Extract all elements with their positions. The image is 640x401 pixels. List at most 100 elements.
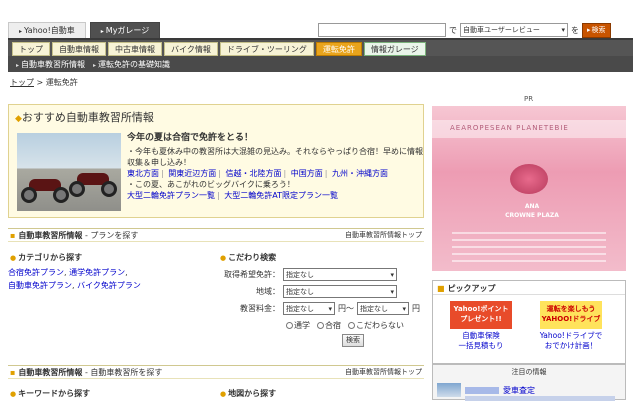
license-row: 取得希望免許： 指定なし ▾: [222, 268, 397, 281]
sub-nav-driving-school[interactable]: ▸ 自動車教習所情報: [16, 59, 85, 70]
fee-label: 教習料金：: [240, 304, 280, 313]
pr-label: PR: [524, 95, 534, 103]
chevron-down-icon: ▾: [390, 287, 394, 296]
school-top-link[interactable]: 自動車教習所情報トップ: [345, 230, 422, 240]
motorcycle-image: [21, 173, 69, 203]
chevron-down-icon: ▾: [390, 270, 394, 279]
link-tohoku[interactable]: 東北方面: [127, 169, 159, 178]
arrow-icon: ▸: [16, 61, 20, 69]
region-row: 地域： 指定なし ▾: [222, 285, 397, 298]
link-camp-plan[interactable]: 合宿免許プラン: [8, 268, 64, 277]
plan-section-header: ▪ 自動車教習所情報 - プランを探す 自動車教習所情報トップ: [8, 228, 424, 242]
tab-yahoo-auto[interactable]: ▸ Yahoo!自動車: [8, 22, 86, 38]
filter-search-button[interactable]: 検索: [342, 334, 364, 347]
breadcrumb-separator: >: [34, 78, 46, 87]
breadcrumb-home[interactable]: トップ: [10, 78, 34, 87]
bullet-icon: ■: [437, 284, 445, 293]
link-kyushu[interactable]: 九州・沖縄方面: [332, 169, 388, 178]
breadcrumb-current: 運転免許: [45, 78, 78, 87]
nav-tab-drive-touring[interactable]: ドライブ・ツーリング: [219, 42, 314, 56]
fee-row: 教習料金： 指定なし ▾ 円～ 指定なし ▾ 円: [222, 302, 420, 315]
link-bike-plan[interactable]: バイク免許プラン: [77, 281, 141, 290]
ad-text-top: AEAROPESEAN PLANETEBIE: [450, 124, 569, 132]
keyword-title: ● キーワードから探す: [10, 389, 91, 398]
fee-from-select[interactable]: 指定なし ▾: [283, 302, 335, 315]
pickup-caption: 自動車保険 一括見積もり: [458, 331, 504, 350]
region-select[interactable]: 指定なし ▾: [283, 285, 397, 298]
ad-text-mid: ANA CROWNE PLAZA: [505, 203, 559, 219]
link-commute-plan[interactable]: 通学免許プラン: [69, 268, 125, 277]
region-links: 東北方面 | 関東近辺方面 | 信越・北陸方面 | 中国方面 | 九州・沖縄方面: [127, 169, 388, 178]
fee-to-select[interactable]: 指定なし ▾: [357, 302, 409, 315]
region-label: 地域：: [256, 287, 280, 296]
nav-tab-info-garage[interactable]: 情報ガレージ: [363, 42, 426, 56]
nav-tab-car-info[interactable]: 自動車情報: [52, 42, 106, 56]
link-car-plan[interactable]: 自動車免許プラン: [8, 281, 72, 290]
type-radios: 通学 合宿 こだわらない: [286, 320, 408, 331]
search-suffix: を: [571, 25, 579, 35]
logo-fragment: [62, 0, 98, 5]
nav-tab-used-car[interactable]: 中古車情報: [108, 42, 162, 56]
pickup-item-insurance[interactable]: Yahoo!ポイント プレゼント!! 自動車保険 一括見積もり: [447, 301, 515, 351]
radio-commute[interactable]: 通学: [286, 320, 310, 331]
nav-tab-bike[interactable]: バイク情報: [164, 42, 218, 56]
attention-thumbnail: [437, 383, 461, 397]
attention-link[interactable]: 愛車査定: [503, 385, 535, 396]
ad-emblem-icon: [510, 164, 548, 194]
service-tabs: ▸ Yahoo!自動車 ▸ Myガレージ: [8, 22, 161, 38]
link-big-bike-plans[interactable]: 大型二輪免許プラン一覧: [127, 191, 215, 200]
search-connector: で: [449, 25, 457, 35]
bullet-icon: ●: [10, 254, 17, 262]
link-big-bike-at-plans[interactable]: 大型二輪免許AT限定プラン一覧: [224, 191, 338, 200]
link-chugoku[interactable]: 中国方面: [291, 169, 323, 178]
ad-banner[interactable]: AEAROPESEAN PLANETEBIE ANA CROWNE PLAZA: [432, 106, 626, 271]
pickup-item-drive[interactable]: 運転を楽しもう YAHOO!ドライブ Yahoo!ドライブで おでかけ計画！: [537, 301, 605, 351]
pickup-title: ■ ピックアップ: [433, 281, 625, 295]
radio-any[interactable]: こだわらない: [348, 320, 404, 331]
school-section-header: ▪ 自動車教習所情報 - 自動車教習所を探す 自動車教習所情報トップ: [8, 365, 424, 379]
recommend-text: 今年の夏は合宿で免許をとる！ ・今年も夏休み中の教習所は大混雑の見込み。それなら…: [127, 133, 423, 201]
plan-section-title: ▪ 自動車教習所情報 - プランを探す: [10, 230, 139, 240]
bullet-icon: ●: [220, 390, 227, 398]
recommend-box: ◆おすすめ自動車教習所情報 今年の夏は合宿で免許をとる！ ・今年も夏休み中の教習…: [8, 104, 424, 218]
pickup-caption: Yahoo!ドライブで おでかけ計画！: [539, 331, 603, 350]
arrow-icon: ▸: [100, 28, 104, 35]
category-links: 合宿免許プラン, 通学免許プラン, 自動車免許プラン, バイク免許プラン: [8, 268, 141, 290]
license-select[interactable]: 指定なし ▾: [283, 268, 397, 281]
plan-links: 大型二輪免許プラン一覧 | 大型二輪免許AT限定プラン一覧: [127, 191, 338, 200]
pickup-banner-image: Yahoo!ポイント プレゼント!!: [450, 301, 512, 329]
filter-title: ● こだわり検索: [220, 253, 277, 262]
school-section-title: ▪ 自動車教習所情報 - 自動車教習所を探す: [10, 367, 163, 377]
arrow-icon: ▸: [93, 61, 97, 69]
radio-camp[interactable]: 合宿: [317, 320, 341, 331]
main-nav: トップ 自動車情報 中古車情報 バイク情報 ドライブ・ツーリング 運転免許 情報…: [8, 38, 633, 56]
link-shinetsu[interactable]: 信越・北陸方面: [226, 169, 282, 178]
bullet-icon: ◆: [15, 114, 22, 124]
breadcrumb: トップ > 運転免許: [10, 77, 78, 88]
sub-nav-license-basics[interactable]: ▸ 運転免許の基礎知識: [93, 59, 170, 70]
motorcycle-image: [69, 167, 117, 197]
category-title: ● カテゴリから探す: [10, 253, 83, 262]
attention-item[interactable]: 愛車査定: [437, 383, 535, 397]
attention-box: 注目の情報 愛車査定: [432, 364, 626, 401]
search-button[interactable]: ▸ 検索: [582, 22, 611, 38]
bullet-icon: ▪: [10, 367, 16, 377]
school-top-link-2[interactable]: 自動車教習所情報トップ: [345, 367, 422, 377]
fee-mid-text: 円～: [338, 304, 354, 313]
chevron-down-icon: ▾: [402, 304, 406, 313]
nav-tab-top[interactable]: トップ: [12, 42, 50, 56]
search-input[interactable]: [318, 23, 446, 37]
bullet-icon: ●: [220, 254, 227, 262]
recommend-bullet-1: ・今年も夏休み中の教習所は大混雑の見込み。それならやっぱり合宿！早めに情報収集＆…: [127, 147, 423, 167]
attention-title: 注目の情報: [511, 368, 547, 376]
chevron-down-icon: ▾: [328, 304, 332, 313]
search-scope-select[interactable]: 自動車ユーザーレビュー ▾: [460, 23, 568, 37]
nav-tab-license[interactable]: 運転免許: [315, 42, 362, 56]
motorcycle-photo[interactable]: [17, 133, 121, 211]
arrow-icon: ▸: [19, 28, 23, 35]
pickup-banner-image: 運転を楽しもう YAHOO!ドライブ: [540, 301, 602, 329]
recommend-headline: 今年の夏は合宿で免許をとる！: [127, 133, 254, 143]
tab-my-garage[interactable]: ▸ Myガレージ: [89, 22, 161, 38]
recommend-title: ◆おすすめ自動車教習所情報: [15, 111, 154, 124]
link-kanto[interactable]: 関東近辺方面: [168, 169, 216, 178]
